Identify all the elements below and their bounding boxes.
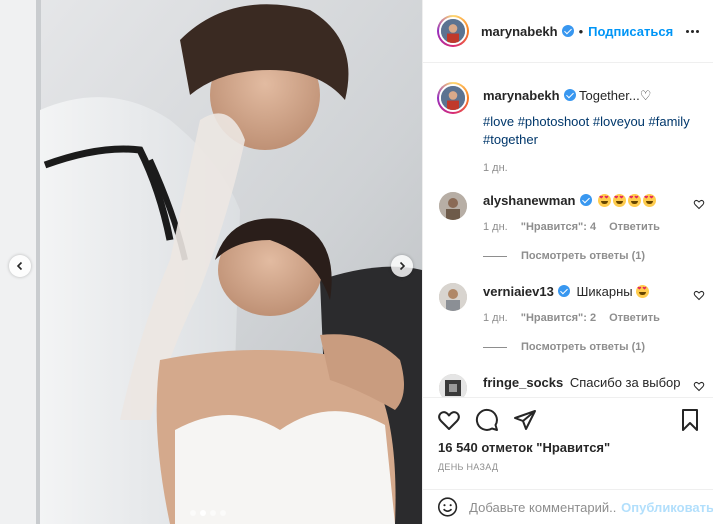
follow-button[interactable]: Подписаться (588, 24, 673, 39)
chevron-left-icon (16, 261, 23, 271)
verified-badge-icon (579, 194, 592, 206)
caption-username[interactable]: marynabekh (483, 88, 560, 103)
commenter-avatar[interactable] (439, 192, 467, 220)
comment-bubble-icon[interactable] (475, 408, 499, 432)
post-header: marynabekh • Подписаться (423, 0, 713, 63)
save-bookmark-icon[interactable] (678, 408, 702, 432)
caption-avatar[interactable] (437, 82, 469, 114)
comment-text: Шикарны (576, 284, 633, 299)
verified-badge-icon (557, 285, 570, 297)
comment-likes[interactable]: "Нравится": 2 (521, 309, 596, 327)
comment-likes[interactable]: "Нравится": 4 (521, 218, 596, 236)
verified-badge-icon (561, 25, 574, 37)
view-replies-label: Посмотреть ответы (1) (521, 341, 646, 353)
avatar-image (439, 374, 467, 397)
view-replies-label: Посмотреть ответы (1) (521, 250, 646, 262)
avatar-image (441, 86, 465, 110)
view-replies-button[interactable]: Посмотреть ответы (1) (483, 250, 645, 262)
publish-button[interactable]: Опубликовать (621, 500, 713, 515)
post-photo[interactable] (0, 0, 422, 524)
heart-eyes-emoji-icon (613, 194, 627, 207)
comment-username[interactable]: verniaiev13 (483, 284, 554, 299)
comment-time: 1 дн. (483, 221, 508, 233)
comment-username[interactable]: alyshanewman (483, 193, 576, 208)
carousel-dot (190, 510, 196, 516)
caption-text: Together...♡ (578, 88, 652, 103)
post-actions: 16 540 отметок "Нравится" ДЕНЬ НАЗАД (423, 397, 713, 489)
avatar-image (441, 19, 465, 43)
commenter-avatar[interactable] (439, 283, 467, 311)
comment-item: verniaiev13 Шикарны 1 дн. "Нравится": 2 … (437, 283, 707, 327)
author-avatar[interactable] (437, 15, 469, 47)
posted-time: ДЕНЬ НАЗАД (438, 462, 499, 472)
like-comment-heart-icon[interactable] (693, 198, 705, 210)
heart-eyes-emoji-icon (628, 194, 642, 207)
like-heart-icon[interactable] (437, 408, 461, 432)
comments-list[interactable]: marynabekh Together...♡ #love #photoshoo… (423, 64, 713, 397)
more-options-icon[interactable] (686, 24, 702, 38)
carousel-dot-active (200, 510, 206, 516)
carousel-indicator (190, 510, 226, 516)
post-side-panel: marynabekh • Подписаться marynabekh Toge… (422, 0, 713, 524)
comment-text: Спасибо за выбор (569, 375, 681, 390)
add-comment-bar: Опубликовать (423, 489, 713, 524)
like-count[interactable]: 16 540 отметок "Нравится" (438, 440, 610, 455)
reply-button[interactable]: Ответить (609, 309, 660, 327)
comment-item: fringe_socks Спасибо за выбор (437, 374, 707, 397)
like-comment-heart-icon[interactable] (693, 380, 705, 392)
chevron-right-icon (399, 261, 406, 271)
caption-hashtags[interactable]: #love #photoshoot #loveyou #family #toge… (483, 113, 707, 149)
author-username[interactable]: marynabekh (481, 24, 558, 39)
heart-eyes-emoji-icon (598, 194, 612, 207)
commenter-avatar[interactable] (439, 374, 467, 397)
instagram-post: marynabekh • Подписаться marynabekh Toge… (0, 0, 713, 524)
verified-badge-icon (563, 89, 576, 101)
like-comment-heart-icon[interactable] (693, 289, 705, 301)
heart-eyes-emoji-icon (643, 194, 657, 207)
heart-eyes-emoji-icon (636, 285, 650, 298)
comment-item: alyshanewman 1 дн. "Нравится": 4 Ответит… (437, 192, 707, 236)
avatar-image (439, 283, 467, 311)
carousel-dot (210, 510, 216, 516)
caption-time: 1 дн. (483, 162, 508, 174)
comment-username[interactable]: fringe_socks (483, 375, 563, 390)
comment-time: 1 дн. (483, 312, 508, 324)
carousel-dot (220, 510, 226, 516)
post-caption: marynabekh Together...♡ #love #photoshoo… (437, 80, 707, 177)
next-photo-button[interactable] (391, 255, 413, 277)
reply-button[interactable]: Ответить (609, 218, 660, 236)
couple-photo (0, 0, 422, 524)
share-paper-plane-icon[interactable] (513, 408, 537, 432)
header-separator: • (578, 23, 584, 39)
emoji-smiley-icon[interactable] (437, 495, 458, 519)
avatar-image (439, 192, 467, 220)
comment-input[interactable] (469, 499, 618, 515)
emoji-group (598, 193, 658, 208)
previous-photo-button[interactable] (9, 255, 31, 277)
view-replies-button[interactable]: Посмотреть ответы (1) (483, 341, 645, 353)
